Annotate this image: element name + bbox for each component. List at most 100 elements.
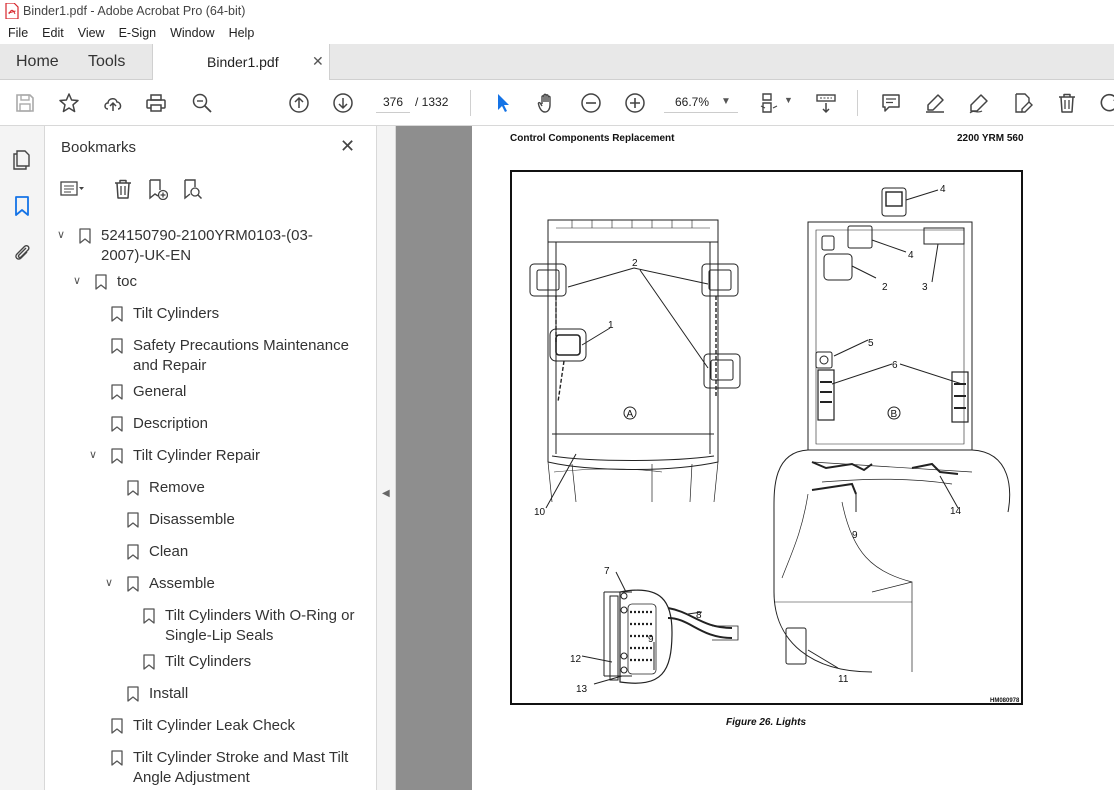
star-icon[interactable] xyxy=(57,91,81,115)
title-bar: Binder1.pdf - Adobe Acrobat Pro (64-bit) xyxy=(0,0,1114,22)
callout-label: 9 xyxy=(648,634,654,645)
bookmark-icon xyxy=(111,750,123,766)
close-panel-icon[interactable]: ✕ xyxy=(340,136,355,157)
menu-esign[interactable]: E-Sign xyxy=(112,26,164,40)
figure-lights-diagram: 2 1 A 10 4 4 2 3 5 6 B 14 9 11 7 8 9 12 … xyxy=(510,170,1023,705)
bookmark-icon xyxy=(95,274,107,290)
close-tab-icon[interactable]: ✕ xyxy=(312,53,324,70)
comment-icon[interactable] xyxy=(879,91,903,115)
callout-label: 3 xyxy=(922,282,928,293)
bookmark-icon xyxy=(111,448,123,464)
bookmark-icon xyxy=(111,338,123,354)
bookmark-label: Clean xyxy=(149,543,189,560)
previous-page-icon[interactable] xyxy=(287,91,311,115)
chevron-down-icon: ▼ xyxy=(721,96,731,107)
bookmark-label: Tilt Cylinder Repair xyxy=(133,447,260,464)
bookmark-icon xyxy=(127,686,139,702)
bookmarks-panel-title: Bookmarks xyxy=(61,139,137,156)
bookmark-options-icon[interactable] xyxy=(59,178,85,200)
tab-document-label: Binder1.pdf xyxy=(207,54,279,70)
tab-home[interactable]: Home xyxy=(16,44,59,80)
bookmark-icon xyxy=(127,512,139,528)
chevron-down-icon[interactable]: ∨ xyxy=(105,576,117,589)
zoom-search-icon[interactable] xyxy=(190,91,214,115)
toolbar-divider xyxy=(470,90,471,116)
page-number-input[interactable] xyxy=(376,91,410,113)
menu-edit[interactable]: Edit xyxy=(35,26,71,40)
upload-cloud-icon[interactable] xyxy=(101,91,125,115)
zoom-in-icon[interactable] xyxy=(623,91,647,115)
bookmark-icon xyxy=(127,544,139,560)
callout-label: 10 xyxy=(534,507,546,518)
bookmark-label: Tilt Cylinder Leak Check xyxy=(133,717,296,734)
select-pointer-icon[interactable] xyxy=(491,91,515,115)
delete-icon[interactable] xyxy=(1055,91,1079,115)
tab-document[interactable]: Binder1.pdf ✕ xyxy=(152,44,330,81)
lights-technical-drawing: 2 1 A 10 4 4 2 3 5 6 B 14 9 11 7 8 9 12 … xyxy=(529,184,1011,695)
chevron-down-icon[interactable]: ∨ xyxy=(57,228,69,241)
toolbar-divider xyxy=(857,90,858,116)
callout-label: 2 xyxy=(632,258,638,269)
menu-bar: File Edit View E-Sign Window Help xyxy=(0,22,1114,44)
chevron-down-icon[interactable]: ∨ xyxy=(73,274,85,287)
panel-collapse-strip[interactable]: ◀ xyxy=(377,126,396,790)
hand-tool-icon[interactable] xyxy=(535,91,559,115)
page-fit-icon[interactable] xyxy=(758,91,782,115)
menu-file[interactable]: File xyxy=(0,26,35,40)
bookmark-icon xyxy=(111,384,123,400)
callout-label: 2 xyxy=(882,282,888,293)
zoom-out-icon[interactable] xyxy=(579,91,603,115)
bookmark-label: Disassemble xyxy=(149,511,235,528)
rotate-icon[interactable] xyxy=(1097,91,1114,115)
page-header-code: 2200 YRM 560 xyxy=(957,133,1024,144)
callout-label: 4 xyxy=(940,184,946,195)
new-bookmark-icon[interactable] xyxy=(144,178,170,200)
bookmark-icon xyxy=(111,416,123,432)
left-navigation-rail xyxy=(0,126,45,790)
next-page-icon[interactable] xyxy=(331,91,355,115)
callout-label: B xyxy=(891,409,898,420)
callout-label: 4 xyxy=(908,250,914,261)
main-toolbar: / 1332 66.7% ▼ ▼ xyxy=(0,80,1114,126)
draw-pen-icon[interactable] xyxy=(967,91,991,115)
bookmark-label: General xyxy=(133,383,187,400)
find-bookmark-icon[interactable] xyxy=(179,178,205,200)
page-total: / 1332 xyxy=(415,95,449,109)
document-view[interactable]: Control Components Replacement 2200 YRM … xyxy=(396,126,1114,790)
print-icon[interactable] xyxy=(144,91,168,115)
bookmark-panel-icon[interactable] xyxy=(10,194,34,218)
callout-label: 1 xyxy=(608,320,614,331)
fit-chevron-down-icon[interactable]: ▼ xyxy=(784,95,793,105)
callout-label: A xyxy=(627,409,634,420)
save-icon[interactable] xyxy=(13,91,37,115)
edit-text-icon[interactable] xyxy=(1011,91,1035,115)
collapse-left-icon[interactable]: ◀ xyxy=(382,488,390,499)
page-header-title: Control Components Replacement xyxy=(510,133,675,144)
bookmark-icon xyxy=(143,608,155,624)
scrolling-mode-icon[interactable] xyxy=(814,91,838,115)
menu-help[interactable]: Help xyxy=(222,26,262,40)
bookmark-label: Tilt Cylinders xyxy=(165,653,252,670)
bookmark-label: toc xyxy=(117,273,138,290)
bookmark-label: Install xyxy=(149,685,189,702)
tab-bar: Home Tools Binder1.pdf ✕ xyxy=(0,44,1114,81)
bookmark-icon xyxy=(127,576,139,592)
page-thumbnails-icon[interactable] xyxy=(10,148,34,172)
zoom-value: 66.7% xyxy=(675,95,710,109)
bookmark-label: Remove xyxy=(149,479,205,496)
attachment-icon[interactable] xyxy=(10,240,34,264)
zoom-level-select[interactable]: 66.7% ▼ xyxy=(664,91,738,113)
callout-label: 6 xyxy=(892,360,898,371)
tab-tools[interactable]: Tools xyxy=(88,44,125,80)
pdf-page: Control Components Replacement 2200 YRM … xyxy=(472,126,1114,790)
bookmarks-panel: Bookmarks ✕ ∨ 524150790-2100YRM0103-(03-… xyxy=(45,126,377,790)
bookmark-label: 524150790-2100YRM0103-(03-2007)-UK-EN xyxy=(101,227,313,264)
highlight-icon[interactable] xyxy=(923,91,947,115)
delete-bookmark-icon[interactable] xyxy=(110,178,136,200)
bookmark-label: Tilt Cylinders With O-Ring or Single-Lip… xyxy=(165,607,355,644)
menu-view[interactable]: View xyxy=(71,26,112,40)
chevron-down-icon[interactable]: ∨ xyxy=(89,448,101,461)
menu-window[interactable]: Window xyxy=(163,26,221,40)
bookmark-label: Safety Precautions Maintenance and Repai… xyxy=(133,337,349,374)
bookmark-icon xyxy=(143,654,155,670)
